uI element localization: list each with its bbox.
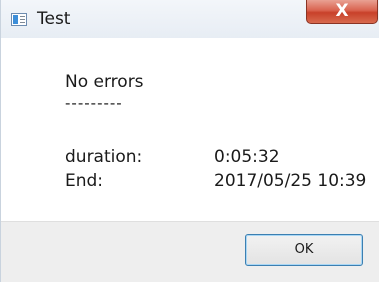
app-icon-panel	[13, 15, 18, 24]
message-area: No errors --------- duration: 0:05:32 En…	[1, 38, 379, 221]
window-title: Test	[37, 9, 71, 29]
dialog-window: Test X No errors --------- duration: 0:0…	[0, 0, 379, 282]
end-label: End:	[65, 171, 104, 191]
ok-button[interactable]: OK	[245, 234, 363, 266]
close-button[interactable]: X	[306, 0, 378, 24]
button-bar: OK	[1, 221, 379, 282]
app-window-icon	[11, 13, 27, 26]
status-text: No errors	[65, 72, 144, 92]
title-bar[interactable]: Test X	[1, 0, 379, 38]
app-icon-line	[20, 16, 25, 17]
duration-label: duration:	[65, 147, 143, 167]
separator-text: ---------	[65, 94, 123, 112]
close-icon: X	[335, 1, 349, 21]
duration-value: 0:05:32	[214, 147, 280, 167]
app-icon-line	[20, 22, 25, 23]
app-icon-line	[20, 19, 25, 20]
end-value: 2017/05/25 10:39	[214, 171, 367, 191]
